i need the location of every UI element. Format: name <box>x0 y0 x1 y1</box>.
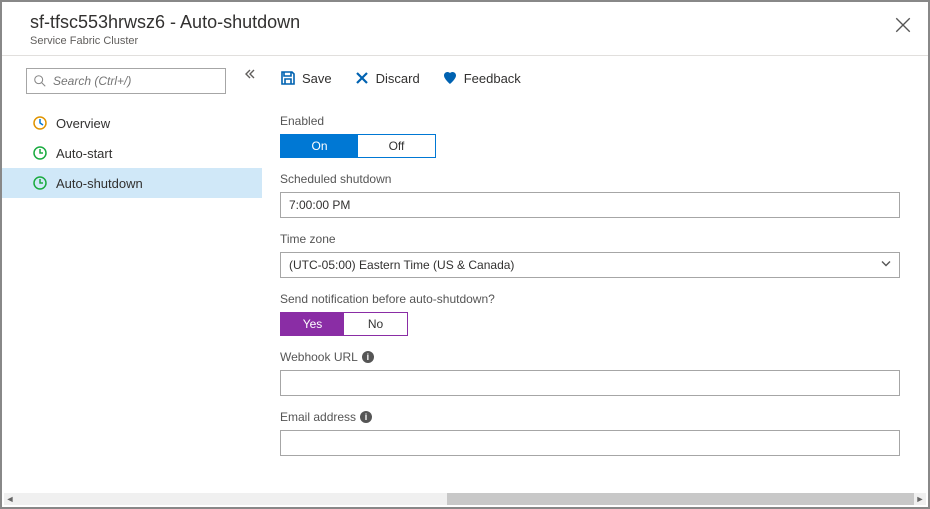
heart-icon <box>442 70 458 86</box>
cmd-label: Save <box>302 71 332 86</box>
cmd-label: Discard <box>376 71 420 86</box>
info-icon[interactable]: i <box>362 351 374 363</box>
scheduled-shutdown-label: Scheduled shutdown <box>280 172 900 186</box>
horizontal-scrollbar[interactable]: ◄ ► <box>4 493 926 505</box>
email-label: Email address i <box>280 410 900 424</box>
discard-button[interactable]: Discard <box>354 70 420 86</box>
sidebar-item-auto-shutdown[interactable]: Auto-shutdown <box>2 168 262 198</box>
save-icon <box>280 70 296 86</box>
page-subtitle: Service Fabric Cluster <box>30 35 908 47</box>
page-title: sf-tfsc553hrwsz6 - Auto-shutdown <box>30 12 908 33</box>
email-label-text: Email address <box>280 410 356 424</box>
sidebar-item-label: Auto-start <box>56 146 112 161</box>
close-icon <box>894 16 912 34</box>
collapse-sidebar-button[interactable] <box>244 68 256 83</box>
search-icon <box>33 74 47 88</box>
timezone-select[interactable] <box>280 252 900 278</box>
content-pane: Save Discard Feedback Enabled On Off Sch… <box>262 56 928 499</box>
sidebar-item-label: Auto-shutdown <box>56 176 143 191</box>
enabled-toggle: On Off <box>280 134 436 158</box>
notify-yes-button[interactable]: Yes <box>281 313 344 335</box>
scroll-track[interactable] <box>16 493 914 505</box>
email-address-input[interactable] <box>280 430 900 456</box>
clock-start-icon <box>32 145 48 161</box>
webhook-url-input[interactable] <box>280 370 900 396</box>
enabled-label: Enabled <box>280 114 900 128</box>
scroll-left-arrow-icon[interactable]: ◄ <box>4 494 16 504</box>
timezone-value[interactable] <box>280 252 900 278</box>
overview-icon <box>32 115 48 131</box>
blade-header: sf-tfsc553hrwsz6 - Auto-shutdown Service… <box>2 2 928 56</box>
webhook-label-text: Webhook URL <box>280 350 358 364</box>
sidebar-item-auto-start[interactable]: Auto-start <box>2 138 262 168</box>
discard-icon <box>354 70 370 86</box>
search-input-wrapper[interactable] <box>26 68 226 94</box>
scroll-right-arrow-icon[interactable]: ► <box>914 494 926 504</box>
webhook-label: Webhook URL i <box>280 350 900 364</box>
enabled-on-button[interactable]: On <box>281 135 358 157</box>
notify-label: Send notification before auto-shutdown? <box>280 292 900 306</box>
notify-no-button[interactable]: No <box>344 313 407 335</box>
sidebar: Overview Auto-start Auto-shutdown <box>2 56 262 499</box>
enabled-off-button[interactable]: Off <box>358 135 435 157</box>
chevron-double-left-icon <box>244 68 256 80</box>
timezone-label: Time zone <box>280 232 900 246</box>
clock-shutdown-icon <box>32 175 48 191</box>
notify-toggle: Yes No <box>280 312 408 336</box>
sidebar-item-label: Overview <box>56 116 110 131</box>
blade-body: Overview Auto-start Auto-shutdown Save D… <box>2 56 928 499</box>
cmd-label: Feedback <box>464 71 521 86</box>
feedback-button[interactable]: Feedback <box>442 70 521 86</box>
sidebar-item-overview[interactable]: Overview <box>2 108 262 138</box>
scheduled-shutdown-input[interactable] <box>280 192 900 218</box>
close-button[interactable] <box>894 16 912 34</box>
command-bar: Save Discard Feedback <box>280 56 900 100</box>
scroll-thumb[interactable] <box>447 493 914 505</box>
search-input[interactable] <box>53 74 219 88</box>
save-button[interactable]: Save <box>280 70 332 86</box>
info-icon[interactable]: i <box>360 411 372 423</box>
